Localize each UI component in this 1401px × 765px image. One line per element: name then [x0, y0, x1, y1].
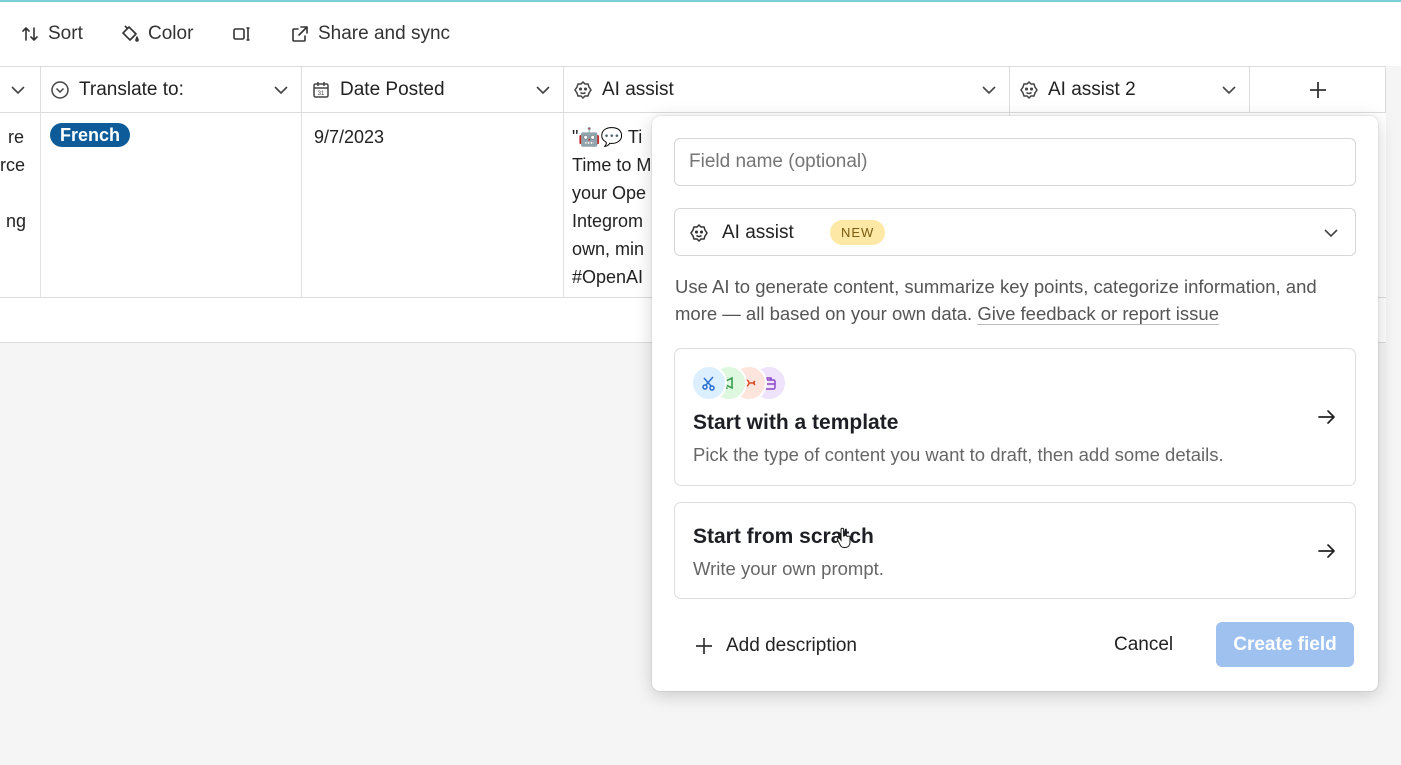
- add-description-label: Add description: [726, 635, 857, 656]
- card-subtitle: Write your own prompt.: [693, 558, 884, 579]
- scissors-icon: [691, 365, 727, 401]
- external-share-icon: [292, 26, 308, 42]
- view-toolbar: Sort Color Share and sync: [0, 2, 1401, 66]
- feedback-link[interactable]: Give feedback or report issue: [977, 303, 1219, 325]
- table-cell-date-posted[interactable]: 9/7/2023: [302, 113, 564, 298]
- color-button[interactable]: Color: [120, 20, 193, 48]
- column-label: Translate to:: [79, 79, 184, 100]
- date-value: 9/7/2023: [314, 127, 385, 147]
- hand-pointer-cursor-icon: [836, 527, 851, 548]
- row-height-icon: [233, 27, 250, 41]
- select-option-pill: French: [50, 123, 131, 147]
- field-type-label: AI assist: [722, 222, 794, 243]
- field-type-select[interactable]: AI assist NEW: [674, 208, 1356, 256]
- new-badge: NEW: [830, 220, 886, 245]
- chevron-down-icon: [1324, 229, 1338, 238]
- column-header-hidden[interactable]: [0, 67, 41, 113]
- start-from-scratch-card[interactable]: Start from scratch Write your own prompt…: [674, 502, 1356, 599]
- grid-header: Translate to: 31 Date Posted AI assist A…: [0, 66, 1386, 113]
- table-cell[interactable]: re rce ng: [0, 113, 41, 298]
- chevron-down-icon[interactable]: [10, 83, 26, 97]
- arrow-right-icon: [1318, 410, 1335, 424]
- table-cell-translate-to[interactable]: French: [41, 113, 302, 298]
- add-column-button[interactable]: [1250, 67, 1386, 113]
- share-and-sync-button[interactable]: Share and sync: [290, 20, 450, 48]
- share-and-sync-label: Share and sync: [318, 23, 451, 44]
- template-icon-stack: [691, 365, 811, 403]
- start-with-template-card[interactable]: Start with a template Pick the type of c…: [674, 348, 1356, 486]
- paint-bucket-icon: [122, 25, 139, 42]
- row-height-button[interactable]: [232, 20, 252, 48]
- column-label: AI assist: [602, 79, 674, 100]
- chevron-down-icon[interactable]: [273, 83, 289, 97]
- cancel-button[interactable]: Cancel: [1114, 631, 1173, 659]
- field-name-input[interactable]: [674, 138, 1356, 186]
- ai-assist-icon: [690, 223, 708, 243]
- card-title: Start with a template: [693, 411, 899, 434]
- field-type-description: Use AI to generate content, summarize ke…: [675, 273, 1345, 327]
- plus-icon: [696, 638, 712, 654]
- column-header-translate-to[interactable]: Translate to:: [41, 67, 302, 113]
- column-label: AI assist 2: [1048, 79, 1136, 100]
- cell-text-line: ng: [5, 211, 26, 231]
- arrow-right-icon: [1318, 544, 1335, 558]
- create-field-button[interactable]: Create field: [1216, 622, 1354, 667]
- color-label: Color: [148, 23, 194, 44]
- sort-icon: [22, 27, 38, 41]
- svg-text:31: 31: [318, 91, 325, 97]
- plus-icon: [1309, 82, 1326, 98]
- column-header-date-posted[interactable]: 31 Date Posted: [302, 67, 564, 113]
- chevron-down-icon[interactable]: [535, 83, 551, 97]
- ai-assist-icon: [574, 80, 592, 100]
- cell-text-line: re: [7, 127, 24, 147]
- add-description-button[interactable]: Add description: [694, 632, 857, 660]
- single-select-icon: [51, 81, 69, 99]
- card-subtitle: Pick the type of content you want to dra…: [693, 444, 1224, 465]
- create-field-dialog: AI assist NEW Use AI to generate content…: [652, 116, 1378, 691]
- column-header-ai-assist-2[interactable]: AI assist 2: [1010, 67, 1250, 113]
- ai-assist-icon: [1020, 80, 1038, 100]
- sort-button[interactable]: Sort: [20, 20, 83, 48]
- column-header-ai-assist[interactable]: AI assist: [564, 67, 1010, 113]
- cell-text-line: [0, 179, 40, 207]
- sort-label: Sort: [48, 23, 83, 44]
- chevron-down-icon[interactable]: [981, 83, 997, 97]
- chevron-down-icon[interactable]: [1221, 83, 1237, 97]
- cell-text-line: rce: [0, 155, 26, 175]
- calendar-icon: 31: [313, 82, 329, 98]
- column-label: Date Posted: [340, 79, 445, 100]
